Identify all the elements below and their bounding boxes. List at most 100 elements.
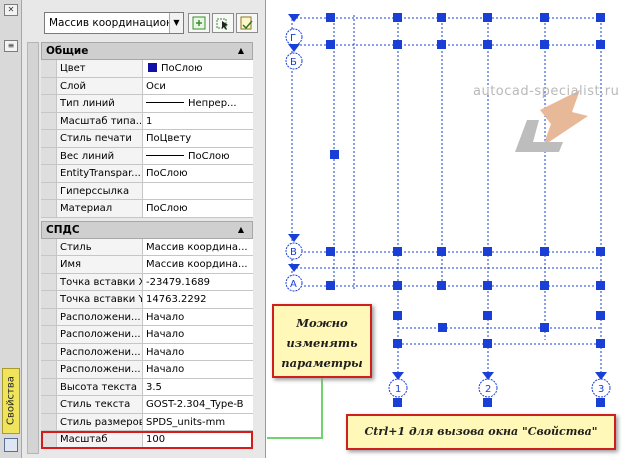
property-row-color[interactable]: Цвет ПоСлою	[41, 60, 253, 78]
property-name: Масштаб типа...	[57, 112, 143, 129]
palette-options-icon[interactable]	[4, 438, 18, 452]
property-name: Точка вставки X	[57, 273, 143, 290]
property-row-linetype-scale[interactable]: Масштаб типа... 1	[41, 112, 253, 130]
axis-bubbles-numbers: 1 2 3	[388, 372, 611, 398]
property-value: Оси	[143, 77, 253, 94]
property-name: Точка вставки Y	[57, 291, 143, 308]
property-value: ПоЦвету	[143, 130, 253, 147]
callout-line: Можно	[296, 316, 348, 330]
close-icon[interactable]: ✕	[4, 4, 18, 16]
collapse-icon[interactable]: ▲	[238, 222, 244, 238]
axis-label: 3	[598, 384, 604, 395]
property-row-text-style[interactable]: Стиль текста GOST-2.304_Type-B	[41, 396, 253, 414]
property-name: Имя	[57, 256, 143, 273]
property-name: Расположени...	[57, 343, 143, 360]
arrow-grip-icon	[288, 14, 300, 22]
property-row-style[interactable]: Стиль Массив координа...	[41, 238, 253, 256]
property-row-layer[interactable]: Слой Оси	[41, 77, 253, 95]
select-objects-button[interactable]	[212, 13, 234, 33]
property-row-position[interactable]: Расположени... Начало	[41, 308, 253, 326]
property-name: Стиль размеров	[57, 413, 143, 430]
callout-line: изменять	[286, 336, 358, 350]
color-swatch-icon	[148, 63, 157, 72]
property-value: 1	[143, 112, 253, 129]
property-value: ПоСлою	[143, 200, 253, 217]
property-name: Расположени...	[57, 326, 143, 343]
property-value: Начало	[143, 308, 253, 325]
property-name: Гиперссылка	[57, 182, 143, 199]
property-row-position[interactable]: Расположени... Начало	[41, 326, 253, 344]
hotkey-callout: Ctrl+1 для вызова окна "Свойства"	[346, 414, 616, 450]
property-row-text-height[interactable]: Высота текста 3.5	[41, 378, 253, 396]
lineweight-sample-icon	[146, 154, 184, 156]
property-row-transparency[interactable]: EntityTranspar... ПоСлою	[41, 165, 253, 183]
property-row-insert-x[interactable]: Точка вставки X -23479.1689	[41, 273, 253, 291]
property-row-lineweight[interactable]: Вес линий ПоСлою	[41, 147, 253, 165]
property-row-name[interactable]: Имя Массив координа...	[41, 256, 253, 274]
arrow-grip-icon	[288, 44, 300, 52]
arrow-grip-icon	[595, 372, 607, 380]
callout-line: параметры	[281, 356, 363, 370]
property-row-hyperlink[interactable]: Гиперссылка	[41, 182, 253, 200]
property-value: Начало	[143, 361, 253, 378]
property-value: Массив координа...	[143, 238, 253, 255]
property-name: EntityTranspar...	[57, 165, 143, 182]
property-name: Слой	[57, 77, 143, 94]
property-row-position[interactable]: Расположени... Начало	[41, 343, 253, 361]
property-value: ПоСлою	[161, 63, 203, 74]
drawing-canvas[interactable]: Г Б В А 1 2 3	[267, 0, 629, 458]
property-value: 100	[143, 431, 253, 448]
property-value: ПоСлою	[143, 165, 253, 182]
property-name: Высота текста	[57, 378, 143, 395]
palette-menu-icon[interactable]: ≡	[4, 40, 18, 52]
select-objects-icon	[216, 18, 228, 30]
section-title: СПДС	[46, 223, 80, 236]
property-value: Начало	[143, 343, 253, 360]
linetype-sample-icon	[146, 102, 184, 103]
property-row-position[interactable]: Расположени... Начало	[41, 361, 253, 379]
pickadd-icon	[192, 16, 206, 30]
quick-select-icon	[240, 16, 253, 30]
chevron-down-icon[interactable]: ▼	[169, 13, 183, 33]
property-row-plot-style[interactable]: Стиль печати ПоЦвету	[41, 130, 253, 148]
property-row-scale[interactable]: Масштаб 100	[41, 431, 253, 449]
quick-select-button[interactable]	[236, 13, 258, 33]
object-type-dropdown[interactable]: Массив координационн ▼	[44, 12, 184, 34]
axis-label: Б	[290, 57, 297, 68]
palette-scrollbar[interactable]	[27, 42, 39, 454]
axis-label: 2	[485, 384, 491, 395]
property-name: Стиль печати	[57, 130, 143, 147]
property-row-material[interactable]: Материал ПоСлою	[41, 200, 253, 218]
property-value: ПоСлою	[188, 150, 230, 162]
properties-vertical-tab[interactable]: Свойства	[2, 368, 20, 434]
palette-toolbar: Массив координационн ▼	[40, 12, 262, 36]
axis-label: В	[290, 247, 297, 258]
toggle-pickadd-button[interactable]	[188, 13, 210, 33]
arrow-grip-icon	[288, 234, 300, 242]
palette-title-strip[interactable]: ✕ ≡ Свойства	[0, 0, 22, 458]
property-row-dim-style[interactable]: Стиль размеров SPDS_units-mm	[41, 413, 253, 431]
property-value: Непрер...	[188, 98, 237, 109]
property-name: Вес линий	[57, 147, 143, 164]
callout-connector	[267, 378, 323, 439]
section-header-general[interactable]: Общие ▲	[41, 42, 253, 60]
property-value: SPDS_units-mm	[143, 413, 253, 430]
property-row-insert-y[interactable]: Точка вставки Y 14763.2292	[41, 291, 253, 309]
properties-palette: ✕ ≡ Свойства Массив координационн ▼ Общи…	[0, 0, 266, 458]
property-name: Цвет	[57, 60, 143, 77]
property-row-linetype[interactable]: Тип линий Непрер...	[41, 95, 253, 113]
axis-label: А	[290, 279, 297, 290]
params-callout: Можно изменять параметры	[272, 304, 372, 378]
property-value	[143, 182, 253, 199]
section-header-spds[interactable]: СПДС ▲	[41, 220, 253, 239]
property-value: -23479.1689	[143, 273, 253, 290]
axis-label: Г	[290, 33, 296, 44]
property-name: Расположени...	[57, 361, 143, 378]
property-value: Начало	[143, 326, 253, 343]
properties-grid: Общие ▲ Цвет ПоСлою Слой Оси Тип линий Н…	[41, 42, 253, 449]
object-type-value: Массив координационн	[49, 17, 180, 29]
property-name: Масштаб	[57, 431, 143, 448]
property-name: Стиль текста	[57, 396, 143, 413]
collapse-icon[interactable]: ▲	[238, 43, 244, 59]
property-value: 14763.2292	[143, 291, 253, 308]
